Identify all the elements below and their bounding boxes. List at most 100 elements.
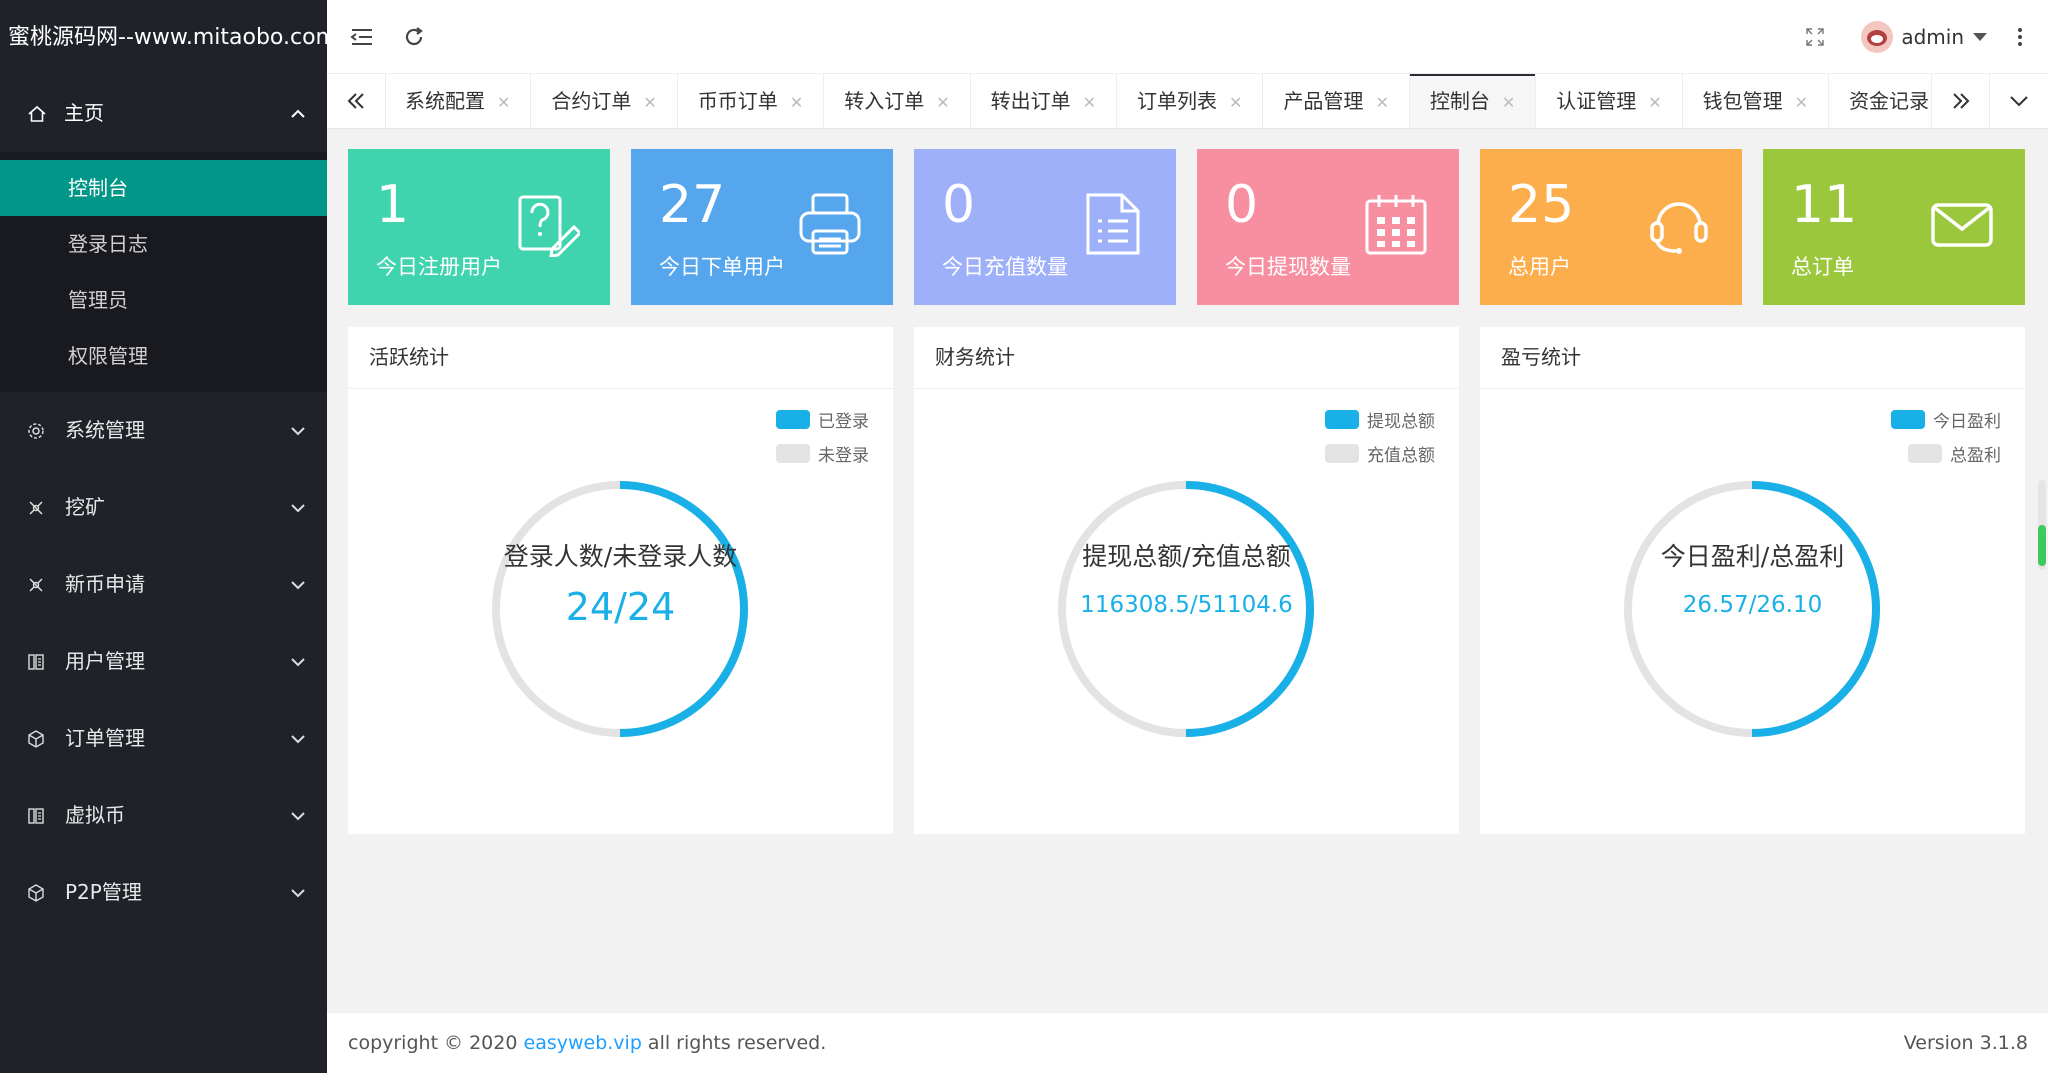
question-edit-icon bbox=[518, 195, 580, 257]
tab-wallets[interactable]: 钱包管理 ✕ bbox=[1683, 74, 1830, 128]
main-content: 1 今日注册用户 27 今日下单用户 0 今日充值数量 0 今日提现数量 25 … bbox=[327, 128, 2048, 1013]
version-label: Version 3.1.8 bbox=[1903, 1032, 2028, 1054]
donut-center-title: 登录人数/未登录人数 bbox=[503, 542, 738, 571]
donut-chart bbox=[492, 481, 748, 737]
stat-card-today-registered[interactable]: 1 今日注册用户 bbox=[348, 149, 610, 305]
copyright-suffix: all rights reserved. bbox=[641, 1032, 827, 1054]
stat-value: 25 bbox=[1508, 175, 1575, 235]
sidebar-item-label: P2P管理 bbox=[65, 880, 142, 904]
stat-label: 今日注册用户 bbox=[376, 255, 502, 279]
sidebar-item-label: 用户管理 bbox=[65, 649, 145, 673]
sidebar-item-label: 虚拟币 bbox=[65, 803, 125, 827]
collapse-sidebar-button[interactable] bbox=[337, 0, 387, 73]
sidebar-item-p2p[interactable]: P2P管理 bbox=[0, 854, 327, 931]
tab-label: 控制台 bbox=[1429, 89, 1490, 113]
sidebar-item-orders[interactable]: 订单管理 bbox=[0, 700, 327, 777]
sidebar-item-label: 新币申请 bbox=[65, 572, 145, 596]
refresh-button[interactable] bbox=[389, 0, 439, 73]
chevron-down-icon bbox=[289, 700, 307, 777]
tab-verification[interactable]: 认证管理 ✕ bbox=[1536, 74, 1683, 128]
close-icon[interactable]: ✕ bbox=[1648, 93, 1661, 112]
refresh-icon bbox=[405, 26, 423, 45]
tab-transfer-out-orders[interactable]: 转出订单 ✕ bbox=[971, 74, 1118, 128]
donut-chart bbox=[1058, 481, 1314, 737]
tab-console[interactable]: 控制台 ✕ bbox=[1409, 74, 1537, 128]
sidebar-item-system[interactable]: 系统管理 bbox=[0, 392, 327, 469]
tab-fund-records[interactable]: 资金记录✕ bbox=[1829, 74, 1932, 128]
stat-card-total-orders[interactable]: 11 总订单 bbox=[1763, 149, 2025, 305]
chevron-down-icon bbox=[289, 623, 307, 700]
close-icon[interactable]: ✕ bbox=[1502, 93, 1515, 112]
sidebar-item-login-log[interactable]: 登录日志 bbox=[0, 216, 327, 272]
tab-label: 产品管理 bbox=[1283, 89, 1364, 113]
tab-coin-orders[interactable]: 币币订单 ✕ bbox=[678, 74, 825, 128]
tabs-scroll-right-button[interactable] bbox=[1931, 74, 1990, 128]
tab-label: 转入订单 bbox=[844, 89, 925, 113]
tab-label: 币币订单 bbox=[697, 89, 778, 113]
stat-card-today-ordering[interactable]: 27 今日下单用户 bbox=[631, 149, 893, 305]
close-icon[interactable]: ✕ bbox=[497, 93, 510, 112]
chevron-down-icon bbox=[289, 392, 307, 469]
tab-contract-orders[interactable]: 合约订单 ✕ bbox=[531, 74, 678, 128]
tab-label: 资金记录 bbox=[1849, 89, 1930, 113]
users-icon bbox=[25, 623, 47, 700]
close-icon[interactable]: ✕ bbox=[936, 93, 949, 112]
tab-products[interactable]: 产品管理 ✕ bbox=[1263, 74, 1410, 128]
close-icon[interactable]: ✕ bbox=[1795, 93, 1808, 112]
footer: copyright © 2020 easyweb.vip all rights … bbox=[327, 1012, 2048, 1073]
stat-value: 11 bbox=[1791, 175, 1858, 235]
tab-order-list[interactable]: 订单列表 ✕ bbox=[1117, 74, 1264, 128]
tabs-scroll-left-button[interactable] bbox=[327, 74, 386, 128]
chevron-down-icon bbox=[2010, 96, 2028, 107]
donut-center-value: 24/24 bbox=[565, 585, 676, 629]
tab-label: 合约订单 bbox=[551, 89, 632, 113]
tab-system-config[interactable]: 系统配置 ✕ bbox=[385, 74, 532, 128]
panel-profit-stats: 盈亏统计 今日盈利 总盈利 今日盈利/总盈利 26.57/26.10 bbox=[1480, 327, 2025, 834]
close-icon[interactable]: ✕ bbox=[1083, 93, 1096, 112]
tab-transfer-in-orders[interactable]: 转入订单 ✕ bbox=[824, 74, 971, 128]
stat-card-today-withdrawals[interactable]: 0 今日提现数量 bbox=[1197, 149, 1459, 305]
nav-group-home: 主页 控制台 登录日志 管理员 权限管理 bbox=[0, 75, 327, 392]
stat-card-today-deposits[interactable]: 0 今日充值数量 bbox=[914, 149, 1176, 305]
sidebar-item-admins[interactable]: 管理员 bbox=[0, 272, 327, 328]
sidebar-item-users[interactable]: 用户管理 bbox=[0, 623, 327, 700]
sidebar-item-label: 系统管理 bbox=[65, 418, 145, 442]
stat-card-total-users[interactable]: 25 总用户 bbox=[1480, 149, 1742, 305]
tabs-dropdown-button[interactable] bbox=[1989, 74, 2048, 128]
more-options-button[interactable] bbox=[2000, 0, 2040, 73]
stat-value: 0 bbox=[942, 175, 976, 235]
sidebar-item-console[interactable]: 控制台 bbox=[0, 160, 327, 216]
sidebar-item-mining[interactable]: 挖矿 bbox=[0, 469, 327, 546]
footer-link[interactable]: easyweb.vip bbox=[524, 1032, 642, 1054]
close-icon[interactable]: ✕ bbox=[1375, 93, 1388, 112]
close-icon[interactable]: ✕ bbox=[1229, 93, 1242, 112]
site-logo[interactable]: 蜜桃源码网--www.mitaobo.com bbox=[0, 0, 327, 75]
tab-label: 认证管理 bbox=[1556, 89, 1637, 113]
sidebar-item-new-coin[interactable]: 新币申请 bbox=[0, 546, 327, 623]
donut-chart bbox=[1624, 481, 1880, 737]
nav-home-toggle[interactable]: 主页 bbox=[0, 75, 327, 152]
copyright: copyright © 2020 easyweb.vip all rights … bbox=[348, 1013, 826, 1073]
sidebar-item-virtual-coin[interactable]: 虚拟币 bbox=[0, 777, 327, 854]
donut-center-value: 116308.5/51104.6 bbox=[1080, 592, 1293, 618]
user-menu[interactable]: admin bbox=[1861, 0, 1988, 73]
tab-label: 钱包管理 bbox=[1702, 89, 1783, 113]
double-chevron-left-icon bbox=[347, 93, 364, 109]
p2p-icon bbox=[25, 854, 47, 931]
sidebar: 蜜桃源码网--www.mitaobo.com 主页 控制台 登录日志 管理员 权… bbox=[0, 0, 327, 1073]
top-header: admin bbox=[327, 0, 2048, 74]
sidebar-item-label: 挖矿 bbox=[65, 495, 105, 519]
fullscreen-button[interactable] bbox=[1790, 0, 1840, 73]
close-icon[interactable]: ✕ bbox=[790, 93, 803, 112]
stat-label: 总用户 bbox=[1508, 255, 1571, 279]
page-scrollbar[interactable] bbox=[2038, 480, 2046, 570]
calendar-icon bbox=[1365, 195, 1427, 255]
donut-center-title: 提现总额/充值总额 bbox=[1082, 542, 1291, 571]
username: admin bbox=[1901, 24, 1964, 49]
sidebar-item-permissions[interactable]: 权限管理 bbox=[0, 328, 327, 384]
nav-home-label: 主页 bbox=[64, 101, 104, 125]
close-icon[interactable]: ✕ bbox=[643, 93, 656, 112]
headset-icon bbox=[1650, 202, 1708, 254]
stat-label: 今日充值数量 bbox=[942, 255, 1068, 279]
sidebar-item-label: 订单管理 bbox=[65, 726, 145, 750]
